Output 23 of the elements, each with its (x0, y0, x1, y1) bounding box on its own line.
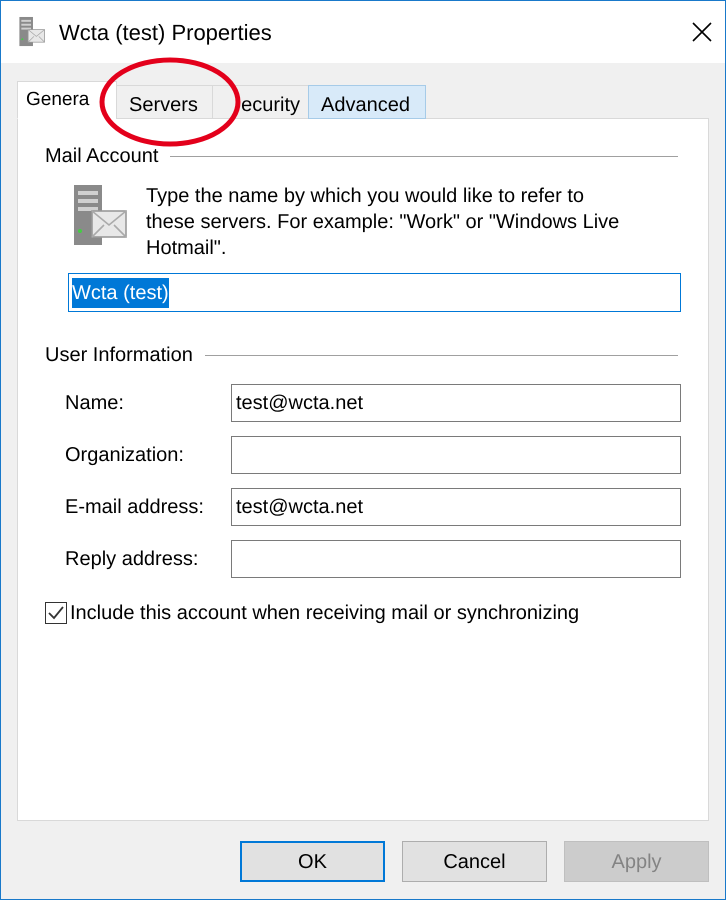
field-label: Organization: (64, 443, 185, 468)
field-label: E-mail address: (64, 495, 205, 520)
close-icon[interactable] (691, 21, 713, 43)
input-field[interactable]: test@wcta.net (231, 384, 681, 422)
account-name-field[interactable]: Wcta (test) (68, 273, 681, 312)
server-mail-icon (17, 16, 47, 48)
group-heading: Mail Account (45, 144, 158, 169)
tab[interactable]: Servers (116, 85, 213, 119)
input-field[interactable] (231, 436, 681, 474)
field-label: Reply address: (64, 547, 200, 572)
input-field[interactable] (231, 540, 681, 578)
tab[interactable]: Advanced (308, 85, 426, 119)
input-field[interactable]: test@wcta.net (231, 488, 681, 526)
group-heading: User Information (45, 343, 193, 368)
dialog-button[interactable]: OK (240, 841, 385, 882)
checkbox[interactable] (45, 602, 67, 624)
field-label: Name: (64, 391, 125, 416)
description-text: Type the name by which you would like to refer to these servers. For example: "Work" or "Windows Live Hotmail". (146, 184, 620, 261)
window-title: Wcta (test) Properties (59, 18, 273, 47)
checkbox-label: Include this account when receiving mail or synchronizing (70, 601, 580, 626)
check-icon (48, 606, 64, 620)
dialog-button[interactable]: Cancel (402, 841, 547, 882)
tab[interactable]: Genera (17, 81, 117, 119)
